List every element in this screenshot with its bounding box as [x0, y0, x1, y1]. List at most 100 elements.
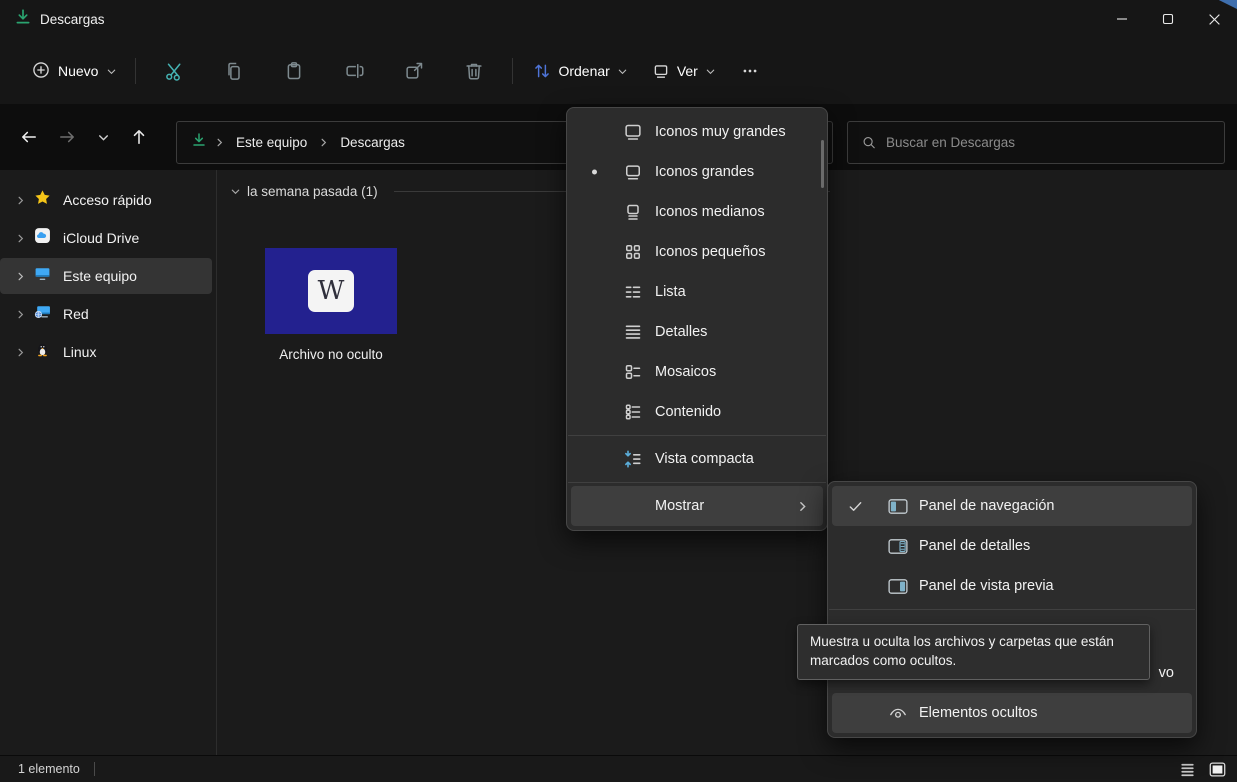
sidebar-item-linux[interactable]: Linux	[0, 334, 212, 370]
more-options-button[interactable]	[728, 51, 772, 91]
menu-item-iconos-muy-grandes[interactable]: Iconos muy grandes	[571, 112, 823, 152]
chevron-right-icon[interactable]	[12, 271, 28, 282]
sidebar-item-icloud-drive[interactable]: iCloud Drive	[0, 220, 212, 256]
details-icon	[623, 322, 643, 342]
up-arrow-icon	[133, 130, 145, 144]
sort-button-label: Ordenar	[558, 63, 610, 79]
thumbnail-view-toggle-button[interactable]	[1205, 759, 1229, 780]
maximize-button[interactable]	[1145, 0, 1191, 38]
paste-icon	[288, 62, 301, 80]
breadcrumb-chevron-icon	[217, 138, 223, 147]
show-submenu: Panel de navegación Panel de detalles Pa…	[827, 481, 1197, 738]
status-separator	[93, 762, 95, 776]
minimize-button[interactable]	[1099, 0, 1145, 38]
submenu-item-elementos-ocultos[interactable]: Elementos ocultos	[832, 693, 1192, 733]
tooltip-line-2: marcados como ocultos.	[810, 653, 957, 668]
menu-item-lista[interactable]: Lista	[571, 272, 823, 312]
share-icon	[406, 62, 423, 79]
toolbar-separator	[135, 58, 137, 84]
close-button[interactable]	[1191, 0, 1237, 38]
chevron-down-icon	[98, 134, 108, 141]
chevron-down-icon	[108, 69, 116, 74]
menu-item-contenido[interactable]: Contenido	[571, 392, 823, 432]
downloads-folder-icon	[14, 8, 32, 31]
command-bar: Nuevo Ordenar Ver	[0, 38, 1237, 104]
menu-item-iconos-grandes[interactable]: Iconos grandes	[571, 152, 823, 192]
tiles-icon	[623, 362, 643, 382]
file-thumbnail: W	[265, 248, 397, 334]
menu-item-detalles[interactable]: Detalles	[571, 312, 823, 352]
submenu-item-panel-de-navegacion[interactable]: Panel de navegación	[832, 486, 1192, 526]
medium-icons-icon	[623, 202, 643, 222]
submenu-item-panel-de-detalles[interactable]: Panel de detalles	[832, 526, 1192, 566]
cut-button[interactable]	[144, 51, 204, 91]
sort-button[interactable]: Ordenar	[521, 54, 639, 88]
linux-penguin-icon	[34, 341, 51, 363]
breadcrumb-este-equipo[interactable]: Este equipo	[232, 132, 311, 153]
window-title: Descargas	[40, 11, 105, 27]
menu-separator	[829, 609, 1195, 610]
copy-button[interactable]	[204, 51, 264, 91]
checkmark-icon	[848, 499, 863, 514]
recent-locations-button[interactable]	[86, 118, 120, 156]
sidebar-item-acceso-rapido[interactable]: Acceso rápido	[0, 182, 212, 218]
view-button[interactable]: Ver	[640, 54, 728, 88]
chevron-down-icon	[618, 69, 627, 74]
chevron-right-icon[interactable]	[12, 347, 28, 358]
sidebar-item-label: Este equipo	[63, 268, 137, 284]
forward-button[interactable]	[48, 118, 86, 156]
menu-separator	[568, 482, 826, 483]
preview-pane-icon	[888, 577, 908, 595]
rename-button[interactable]	[324, 51, 384, 91]
menu-scrollbar-thumb[interactable]	[821, 140, 824, 188]
forward-arrow-icon	[60, 131, 74, 143]
status-bar: 1 elemento	[0, 755, 1237, 782]
submenu-item-label-fragment: vo	[1158, 665, 1174, 681]
back-button[interactable]	[10, 118, 48, 156]
sidebar-item-label: Acceso rápido	[63, 192, 152, 208]
menu-item-mosaicos[interactable]: Mosaicos	[571, 352, 823, 392]
sidebar-item-label: Red	[63, 306, 89, 322]
menu-item-iconos-medianos[interactable]: Iconos medianos	[571, 192, 823, 232]
breadcrumb-descargas[interactable]: Descargas	[336, 132, 409, 153]
navigation-pane-icon	[888, 497, 908, 515]
submenu-chevron-right-icon	[796, 500, 809, 513]
search-box[interactable]	[847, 121, 1225, 164]
search-icon	[863, 137, 875, 149]
sidebar-item-red[interactable]: Red	[0, 296, 212, 332]
menu-item-iconos-pequenos[interactable]: Iconos pequeños	[571, 232, 823, 272]
submenu-item-panel-de-vista-previa[interactable]: Panel de vista previa	[832, 566, 1192, 606]
chevron-right-icon[interactable]	[12, 195, 28, 206]
file-name: Archivo no oculto	[279, 347, 383, 362]
new-button[interactable]: Nuevo	[22, 53, 127, 90]
sidebar-item-label: Linux	[63, 344, 97, 360]
downloads-folder-icon	[191, 132, 207, 153]
selected-bullet-icon	[592, 169, 597, 175]
back-arrow-icon	[22, 131, 36, 143]
item-count: 1 elemento	[18, 762, 80, 776]
compact-view-icon	[623, 449, 643, 469]
chevron-right-icon[interactable]	[12, 233, 28, 244]
menu-item-vista-compacta[interactable]: Vista compacta	[571, 439, 823, 479]
sidebar-item-este-equipo[interactable]: Este equipo	[0, 258, 212, 294]
star-icon	[34, 189, 51, 211]
file-explorer-window: Descargas Nuevo Ordenar Ver Este equipo …	[0, 0, 1237, 782]
list-view-toggle-button[interactable]	[1175, 759, 1199, 780]
tooltip-line-1: Muestra u oculta los archivos y carpetas…	[810, 634, 1114, 649]
file-item-archivo-no-oculto[interactable]: W Archivo no oculto	[236, 248, 426, 362]
view-button-label: Ver	[676, 63, 698, 79]
view-menu: Iconos muy grandes Iconos grandes Iconos…	[566, 107, 828, 531]
share-button[interactable]	[384, 51, 444, 91]
menu-item-mostrar[interactable]: Mostrar	[571, 486, 823, 526]
paste-button[interactable]	[264, 51, 324, 91]
sidebar-item-label: iCloud Drive	[63, 230, 140, 246]
up-button[interactable]	[120, 118, 158, 156]
toolbar-separator	[512, 58, 514, 84]
details-pane-icon	[888, 537, 908, 555]
delete-button[interactable]	[444, 51, 504, 91]
new-button-label: Nuevo	[58, 63, 99, 79]
computer-icon	[34, 265, 51, 287]
chevron-right-icon[interactable]	[12, 309, 28, 320]
navigation-pane: Acceso rápido iCloud Drive Este equipo R…	[0, 170, 217, 755]
search-input[interactable]	[885, 135, 1210, 150]
